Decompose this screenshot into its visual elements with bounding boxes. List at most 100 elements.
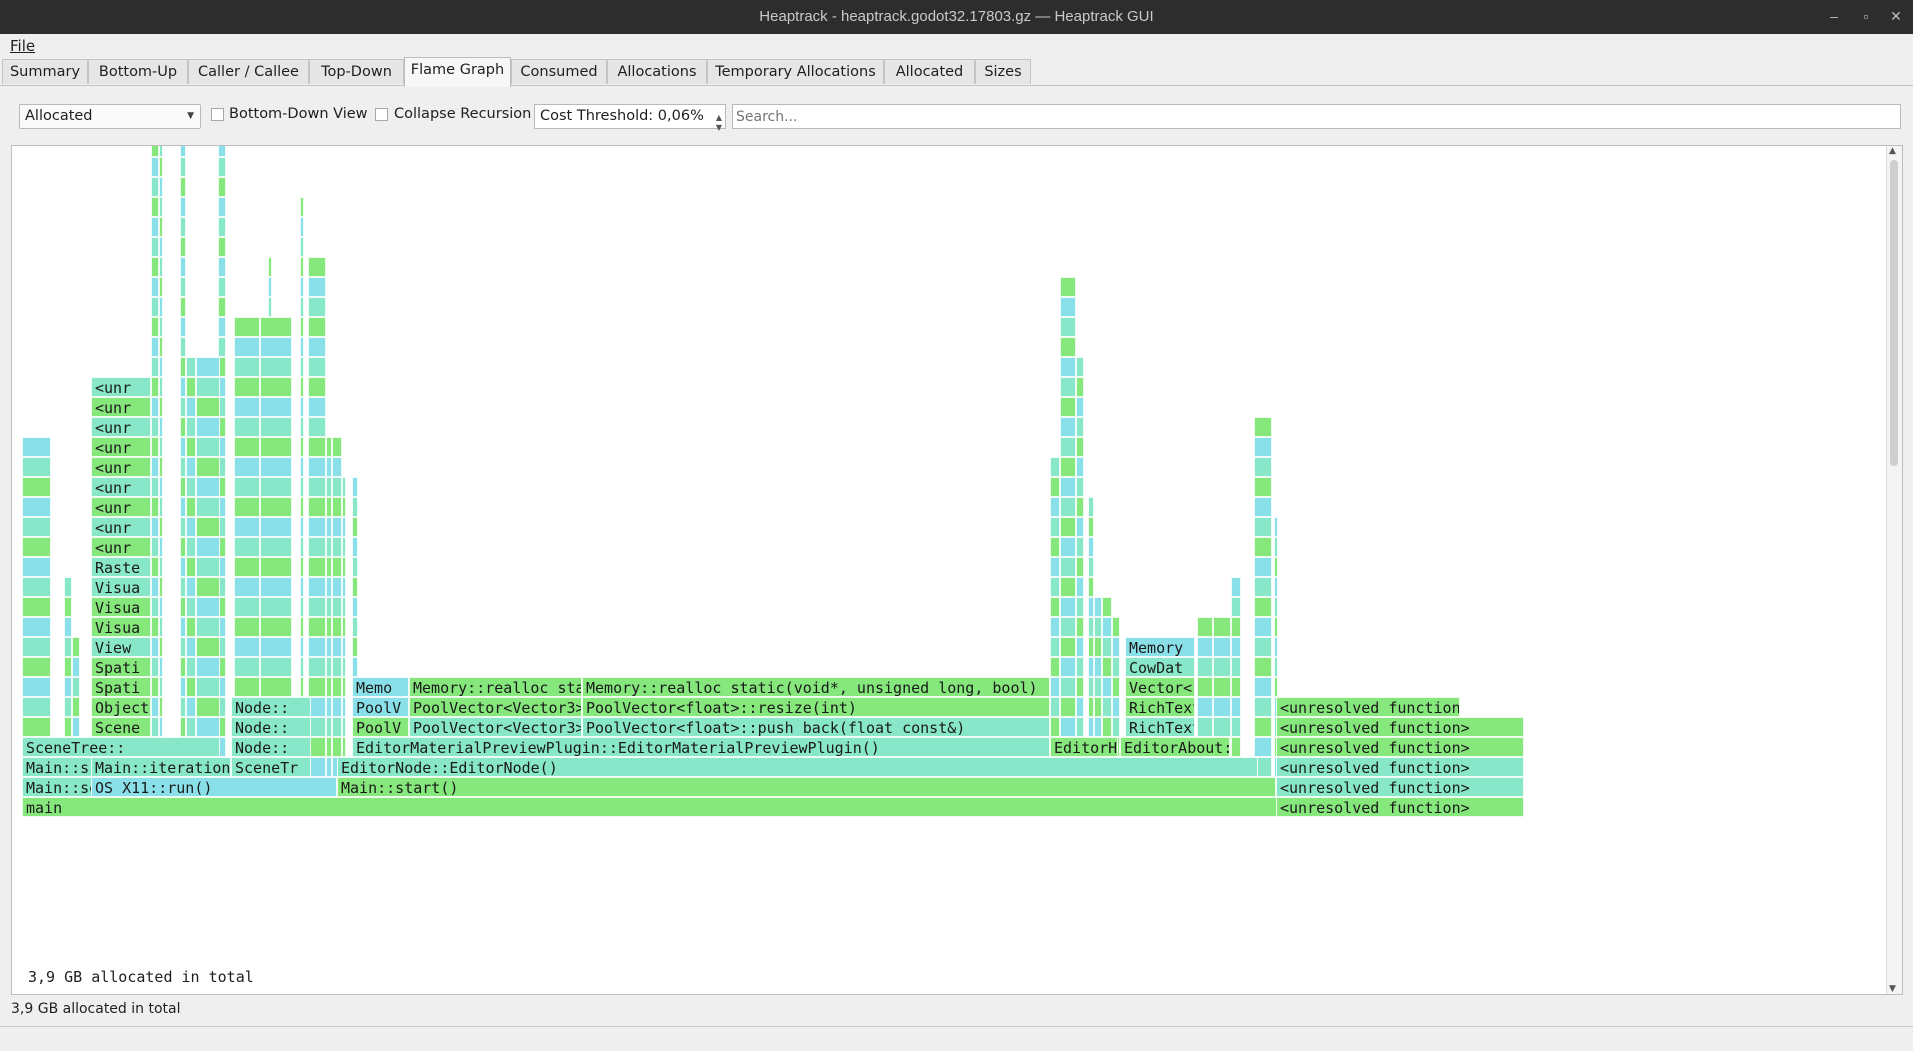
flame-frame[interactable] [1060,397,1076,417]
flame-frame[interactable] [186,437,196,457]
flame-frame[interactable] [342,637,346,657]
flame-frame[interactable] [342,717,346,737]
flame-frame[interactable] [151,457,159,477]
flame-frame[interactable]: Memory::realloc_static(void*, unsigned l… [582,677,1050,697]
flame-frame[interactable] [180,417,186,437]
flame-frame[interactable] [1076,397,1084,417]
flame-frame[interactable] [151,637,159,657]
flame-frame[interactable] [159,337,163,357]
flame-frame[interactable] [1076,517,1084,537]
cost-threshold-spinbox[interactable]: Cost Threshold: 0,06% ▲ ▼ [534,104,726,132]
search-input[interactable] [732,104,1901,129]
flame-frame[interactable]: View [91,637,151,657]
flame-frame[interactable] [159,537,163,557]
flame-frame[interactable] [332,497,342,517]
flame-frame[interactable] [151,677,159,697]
maximize-icon[interactable]: ▫ [1856,6,1876,26]
flame-frame[interactable] [300,217,304,237]
flame-frame[interactable] [218,177,226,197]
flame-frame[interactable] [196,557,220,577]
flame-frame[interactable] [151,617,159,637]
flame-frame[interactable] [159,597,163,617]
flame-frame[interactable]: <unr [91,377,151,397]
flame-frame[interactable] [1050,477,1060,497]
flame-frame[interactable] [1254,697,1272,717]
flame-frame[interactable] [342,557,346,577]
flame-frame[interactable]: CowDat [1125,657,1195,677]
flame-frame[interactable] [159,277,163,297]
flame-frame[interactable] [22,537,51,557]
flame-frame[interactable] [1197,677,1213,697]
flame-frame[interactable] [234,437,260,457]
flame-frame[interactable] [218,146,226,157]
flame-frame[interactable] [159,497,163,517]
flame-frame[interactable] [1102,657,1112,677]
flame-frame[interactable] [64,697,72,717]
flame-frame[interactable] [1076,637,1084,657]
flame-frame[interactable] [300,657,304,677]
flame-frame[interactable]: Memo [352,677,409,697]
flame-frame[interactable] [186,537,196,557]
flame-frame[interactable] [196,677,220,697]
flame-frame[interactable] [1231,617,1241,637]
flame-frame[interactable] [1254,637,1272,657]
flame-frame[interactable] [22,557,51,577]
flame-frame[interactable] [186,357,196,377]
flame-frame[interactable] [234,497,260,517]
flame-frame[interactable] [1231,597,1241,617]
flame-frame[interactable] [151,197,159,217]
flame-frame[interactable] [1112,637,1120,657]
flame-frame[interactable] [1076,617,1084,637]
flame-frame[interactable] [1088,717,1094,737]
flame-frame[interactable]: <unr [91,497,151,517]
flame-frame[interactable] [1102,677,1112,697]
flame-frame[interactable] [186,597,196,617]
flame-frame[interactable] [1094,597,1102,617]
flame-frame[interactable] [1254,717,1272,737]
flame-frame[interactable]: Visua [91,577,151,597]
flame-frame[interactable]: <unresolved function> [1276,797,1524,817]
flame-frame[interactable] [1274,597,1278,617]
flame-frame[interactable] [332,657,342,677]
flame-frame[interactable] [1060,677,1076,697]
flame-frame[interactable]: Memory::realloc_static( [409,677,582,697]
flame-frame[interactable] [1076,457,1084,477]
flame-frame[interactable] [196,477,220,497]
flame-frame[interactable] [186,377,196,397]
flame-frame[interactable] [342,517,346,537]
flame-frame[interactable] [22,477,51,497]
flame-frame[interactable] [186,417,196,437]
flame-frame[interactable] [151,146,159,157]
flame-frame[interactable] [342,737,346,757]
flame-frame[interactable] [300,397,304,417]
flame-frame[interactable] [196,657,220,677]
flame-frame[interactable] [326,437,332,457]
flame-frame[interactable] [260,617,292,637]
flame-frame[interactable] [1254,657,1272,677]
flame-frame[interactable] [186,577,196,597]
flame-frame[interactable] [300,577,304,597]
flame-frame[interactable] [64,717,72,737]
flame-frame[interactable] [260,317,292,337]
tab-consumed[interactable]: Consumed [511,59,607,84]
flame-frame[interactable] [159,417,163,437]
flame-frame[interactable] [332,737,342,757]
flame-frame[interactable] [234,477,260,497]
flame-frame[interactable] [180,677,186,697]
flame-frame[interactable] [218,317,226,337]
flame-frame[interactable] [64,657,72,677]
flame-frame[interactable] [22,617,51,637]
flame-frame[interactable] [180,637,186,657]
flame-frame[interactable] [180,397,186,417]
flame-frame[interactable] [180,717,186,737]
flame-frame[interactable] [234,677,260,697]
flame-frame[interactable] [308,377,326,397]
flame-frame[interactable] [1094,717,1102,737]
tab-flame-graph[interactable]: Flame Graph [404,57,511,87]
flame-frame[interactable]: Main::s [22,757,92,777]
flame-frame[interactable] [308,657,326,677]
flame-frame[interactable] [1060,317,1076,337]
flame-frame[interactable] [1076,717,1084,737]
flame-frame[interactable] [1254,497,1272,517]
flame-frame[interactable]: PoolV [352,717,409,737]
